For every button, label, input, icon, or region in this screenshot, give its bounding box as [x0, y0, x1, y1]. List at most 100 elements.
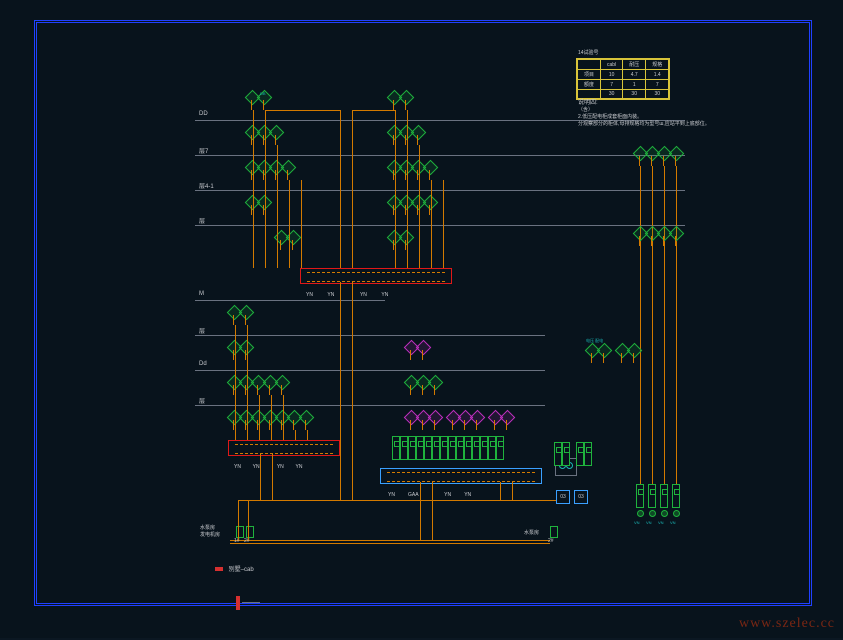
floor-line — [195, 155, 685, 156]
bus-label: YN — [360, 292, 367, 298]
bottom-bus — [230, 543, 550, 544]
wire — [259, 395, 260, 440]
scale-line — [242, 602, 260, 603]
notes-block: 说明四: （含） 2.低压配电柜成套柜面内装。 分观察部分的柜体,母排规格均为型… — [578, 100, 748, 128]
wire — [248, 500, 249, 540]
counter-a: 03 — [556, 490, 570, 504]
counter-b: 03 — [574, 490, 588, 504]
riser — [640, 166, 641, 490]
notes-line: 2.低压配电柜成套柜面内装。 — [578, 114, 748, 121]
riser-label: VN — [670, 520, 676, 525]
bottom-bus — [230, 540, 550, 541]
table-title: 14试验号 — [578, 49, 599, 56]
wire — [432, 482, 433, 540]
data-table: cabl 耐压 规格 项目 10 4.7 1.4 额度 7 1 7 30 30 … — [576, 58, 670, 100]
wire — [407, 110, 408, 268]
wire — [235, 325, 236, 440]
busbar-blue — [380, 468, 542, 484]
wire — [283, 395, 284, 440]
wire-trunk — [352, 282, 353, 500]
text: 水泵房 — [524, 530, 539, 537]
junction-dot — [637, 510, 644, 517]
legend-swatch-icon — [215, 567, 223, 571]
wire — [265, 110, 266, 268]
text: 水泵房 — [200, 525, 220, 532]
th — [578, 60, 601, 70]
td: 30 — [623, 90, 646, 99]
td: 额度 — [578, 80, 601, 90]
watermark: www.szelec.cc — [739, 616, 835, 632]
wire — [301, 180, 302, 268]
floor-line — [195, 225, 685, 226]
base-label: 水泵房 发电机房 — [200, 525, 220, 539]
th: 耐压 — [623, 60, 646, 70]
wire — [443, 180, 444, 268]
bus-label: YN — [388, 492, 395, 498]
device-label: DB — [260, 91, 266, 96]
bus-label: YN — [295, 464, 302, 470]
busbar-labels: YN YN YN YN — [306, 283, 388, 301]
wire — [419, 145, 420, 268]
wire — [352, 110, 395, 111]
junction-dot — [661, 510, 668, 517]
td: 项目 — [578, 70, 601, 80]
wire — [289, 180, 290, 268]
wire — [512, 482, 513, 500]
legend-text: 别墅–cab — [229, 567, 254, 573]
junction-dot — [673, 510, 680, 517]
floor-label: Dd — [199, 361, 207, 367]
wire — [307, 430, 308, 440]
scale-marker — [236, 596, 240, 610]
counter-value: 03 — [560, 494, 566, 500]
wire — [265, 110, 340, 111]
wire — [238, 500, 239, 540]
wire — [260, 454, 261, 500]
device-label: 电压 配电 — [586, 338, 603, 344]
wire — [272, 454, 273, 500]
floor-label: 层 — [199, 396, 205, 405]
busbar-mid-left — [228, 440, 340, 456]
floor-line — [195, 190, 685, 191]
terminal-block — [550, 526, 558, 538]
wire-trunk — [340, 110, 341, 268]
busbar-labels: YN YN YN YN — [234, 455, 302, 473]
riser — [652, 166, 653, 490]
bus-label: YN — [464, 492, 471, 498]
legend: 别墅–cab — [215, 564, 254, 573]
riser-label: VN — [646, 520, 652, 525]
base-label: 水泵房 — [524, 530, 539, 537]
bus-label: YN — [253, 464, 260, 470]
riser-label: VN — [658, 520, 664, 525]
bus-label: YN — [327, 292, 334, 298]
notes-title: 说明四: — [578, 100, 748, 107]
bus-label: YN — [234, 464, 241, 470]
td: 1.4 — [646, 70, 669, 80]
bus-label: GAA — [408, 492, 419, 498]
busbar-upper — [300, 268, 452, 284]
floor-label: 层7 — [199, 146, 208, 155]
td: 30 — [646, 90, 669, 99]
text: 发电机房 — [200, 532, 220, 539]
terminal-label: 2# — [548, 538, 554, 545]
td: 30 — [601, 90, 623, 99]
wire-trunk — [352, 110, 353, 268]
bus-label: YN — [381, 292, 388, 298]
notes-line: （含） — [578, 107, 748, 114]
th: cabl — [601, 60, 623, 70]
wire — [247, 325, 248, 440]
counter-value: 03 — [578, 494, 584, 500]
td: 1 — [623, 80, 646, 90]
junction-dot — [649, 510, 656, 517]
wire — [295, 430, 296, 440]
busbar-labels: YN GAA YN YN — [388, 483, 471, 501]
notes-line: 分观察部分的柜体,母排规格均为型号ш,应站平到上底部位。 — [578, 121, 748, 128]
td: 7 — [646, 80, 669, 90]
floor-label: 层 — [199, 216, 205, 225]
td: 4.7 — [623, 70, 646, 80]
wire — [277, 145, 278, 268]
bus-label: YN — [306, 292, 313, 298]
floor-label: DD — [199, 111, 208, 117]
wire — [256, 500, 556, 501]
floor-label: 层 — [199, 326, 205, 335]
wire — [253, 110, 254, 268]
